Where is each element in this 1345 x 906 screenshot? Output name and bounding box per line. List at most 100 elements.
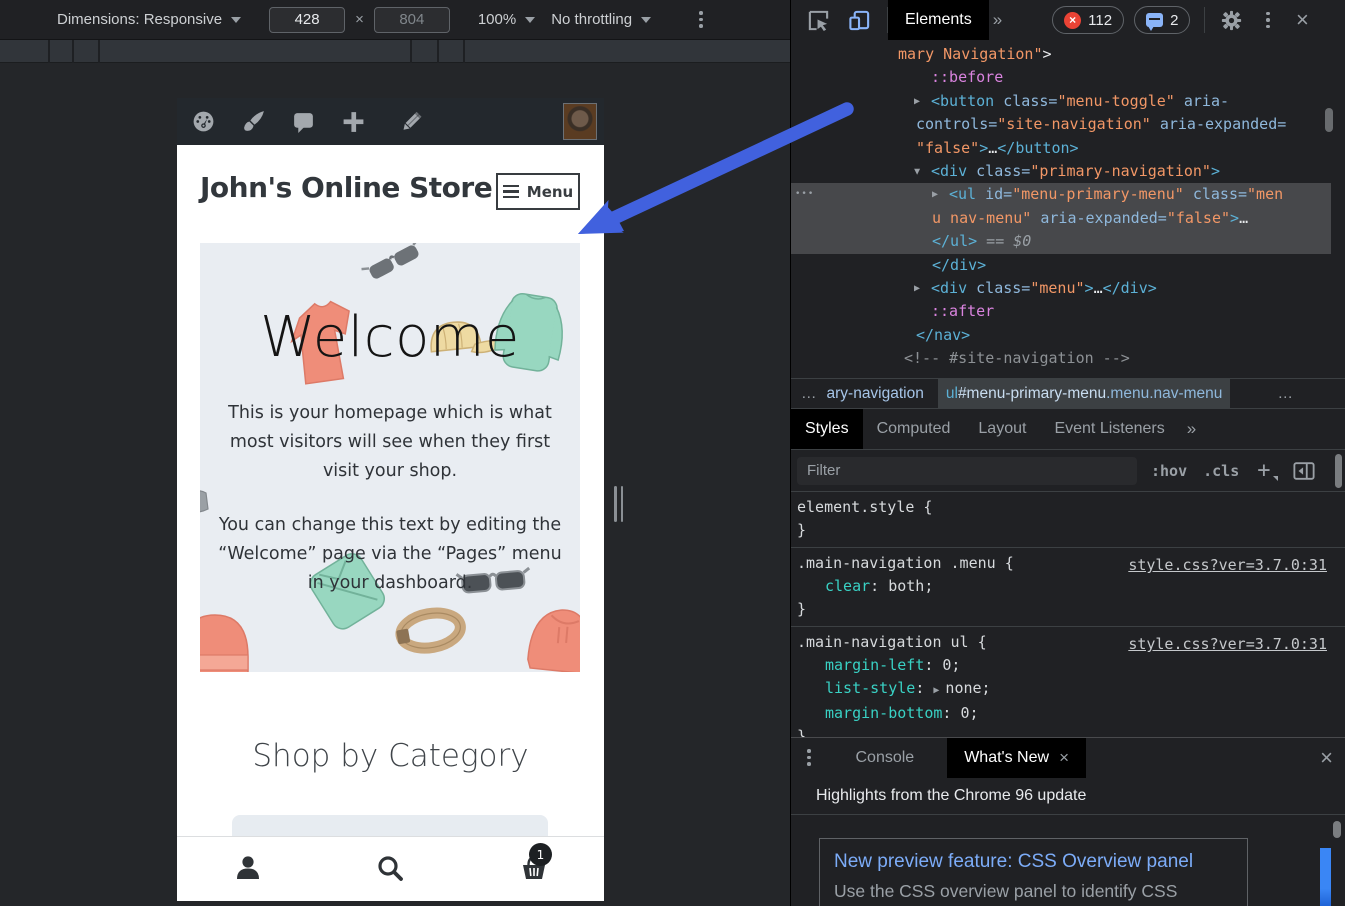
device-toolbar-menu-icon[interactable] [693,7,709,32]
devtools-toolbar: Elements » × 112 2 × [791,0,1345,40]
twisty-icon[interactable]: ▶ [914,277,920,300]
devtools-menu-icon[interactable] [1260,8,1276,33]
css-rule: .main-navigation .menu {style.css?ver=3.… [791,548,1345,627]
dropdown-caret-icon [525,17,535,23]
tab-whats-new[interactable]: What's New × [947,738,1086,778]
dom-line[interactable]: ::before [791,66,1331,89]
css-source-link[interactable]: style.css?ver=3.7.0:31 [1128,633,1327,656]
toggle-device-toolbar-icon[interactable] [848,9,871,32]
menu-toggle-button[interactable]: Menu [496,173,580,210]
customize-brush-icon[interactable] [241,109,266,134]
twisty-icon[interactable]: ▶ [914,90,920,113]
css-rule: .main-navigation ul {style.css?ver=3.7.0… [791,627,1345,737]
site-title-link[interactable]: John's Online Store [200,171,492,204]
hamburger-icon [503,185,519,199]
viewport-height-input[interactable]: 804 [374,7,450,33]
selected-node-marker: ••• [795,183,814,206]
class-toggle[interactable]: .cls [1203,462,1239,480]
category-tile[interactable] [232,815,548,837]
drawer-menu-icon[interactable] [801,745,817,770]
dom-line[interactable]: u nav-menu" aria-expanded="false">… [791,207,1331,230]
dom-line[interactable]: ▶<button class="menu-toggle" aria- [791,90,1331,113]
user-avatar[interactable] [563,103,597,140]
clipped-item-illustration [200,491,208,512]
beanie-illustration [200,615,248,672]
hover-state-toggle[interactable]: :hov [1151,462,1187,480]
css-rule: element.style {} [791,492,1345,548]
dropdown-caret-icon [231,17,241,23]
whats-new-tab-close-icon[interactable]: × [1059,748,1069,768]
edit-pencil-icon[interactable] [399,109,424,134]
device-toolbar: Dimensions: Responsive 428 × 804 100% No… [0,0,790,40]
dom-line[interactable]: controls="site-navigation" aria-expanded… [791,113,1331,136]
tab-console[interactable]: Console [839,738,932,778]
dom-tree: mary Navigation">::before▶<button class=… [791,40,1345,378]
error-icon: × [1064,12,1081,29]
issues-count-badge[interactable]: 2 [1134,6,1190,34]
wordpress-admin-bar [177,98,604,145]
styles-more-tabs-chevron[interactable]: » [1187,419,1196,439]
tab-layout[interactable]: Layout [964,409,1040,449]
dom-line[interactable]: mary Navigation"> [791,43,1331,66]
dom-line[interactable]: ::after [791,300,1331,323]
dom-line[interactable]: •••▶<ul id="menu-primary-menu" class="me… [791,183,1331,206]
css-property[interactable]: clear: both; [797,575,1345,598]
twisty-icon[interactable]: ▶ [932,183,938,206]
css-selector[interactable]: .main-navigation ul [797,633,969,651]
breadcrumb-overflow-right[interactable]: … [1268,385,1304,403]
toolbar-separator [1204,7,1205,33]
dom-line[interactable]: ▶<div class="primary-navigation"> [791,160,1331,183]
inspect-element-icon[interactable] [807,9,830,32]
settings-gear-icon[interactable] [1221,10,1242,31]
dashboard-gauge-icon[interactable] [191,109,216,134]
devtools-close-icon[interactable]: × [1296,9,1309,31]
dimensions-times: × [355,11,364,28]
css-selector[interactable]: element.style [797,498,914,516]
search-icon[interactable] [375,853,405,883]
styles-filter-input[interactable]: Filter [797,457,1137,485]
store-bottom-nav: 1 [177,836,604,901]
error-count-badge[interactable]: × 112 [1052,6,1124,34]
twisty-icon[interactable]: ▶ [905,169,928,175]
dom-line[interactable]: ▶<div class="menu">…</div> [791,277,1331,300]
drawer-close-icon[interactable]: × [1320,747,1333,769]
dom-line[interactable]: </div> [791,254,1331,277]
styles-scrollbar-thumb[interactable] [1335,454,1342,488]
whats-new-card-link[interactable]: New preview feature: CSS Overview panel [834,848,1233,876]
tab-styles[interactable]: Styles [791,409,863,449]
whats-new-scrollbar-thumb[interactable] [1333,821,1341,838]
css-source-link[interactable]: style.css?ver=3.7.0:31 [1128,554,1327,577]
breadcrumb-overflow-left[interactable]: … [791,385,827,403]
belt-illustration [394,609,463,654]
dom-line[interactable]: </nav> [791,324,1331,347]
tab-computed[interactable]: Computed [863,409,965,449]
whats-new-panel: New preview feature: CSS Overview panel … [791,815,1345,906]
shop-by-category-heading: Shop by Category [177,738,604,774]
hero-paragraph-2: You can change this text by editing the … [218,511,562,598]
new-plus-icon[interactable] [341,109,366,134]
cart-count-badge[interactable]: 1 [529,843,552,866]
new-style-rule-button[interactable]: + [1257,458,1270,483]
more-tabs-chevron[interactable]: » [993,10,1002,30]
tab-event-listeners[interactable]: Event Listeners [1040,409,1178,449]
dom-line[interactable]: <!-- #site-navigation --> [791,347,1331,370]
breadcrumb-nav-crumb[interactable]: ary-navigation [827,385,924,403]
tab-elements[interactable]: Elements [888,0,989,40]
css-property[interactable]: margin-bottom: 0; [797,702,1345,725]
dom-line[interactable]: "false">…</button> [791,137,1331,160]
toggle-sidebar-icon[interactable] [1293,461,1315,481]
throttling-select[interactable]: No throttling [551,11,632,28]
css-property[interactable]: margin-left: 0; [797,654,1345,677]
dimensions-select[interactable]: Dimensions: Responsive [57,11,222,28]
viewport-resize-handle-icon[interactable] [614,486,623,522]
media-query-ruler[interactable] [0,40,790,63]
css-property[interactable]: list-style: ▶ none; [797,677,1345,702]
css-selector[interactable]: .main-navigation .menu [797,554,996,572]
comments-bubble-icon[interactable] [291,109,316,134]
breadcrumb-selected[interactable]: ul#menu-primary-menu.menu.nav-menu [938,379,1231,409]
viewport-width-input[interactable]: 428 [269,7,345,33]
zoom-select[interactable]: 100% [478,11,516,28]
dom-line[interactable]: </ul> == $0 [791,230,1331,253]
whats-new-preview-image [1320,848,1331,906]
account-person-icon[interactable] [233,853,263,883]
